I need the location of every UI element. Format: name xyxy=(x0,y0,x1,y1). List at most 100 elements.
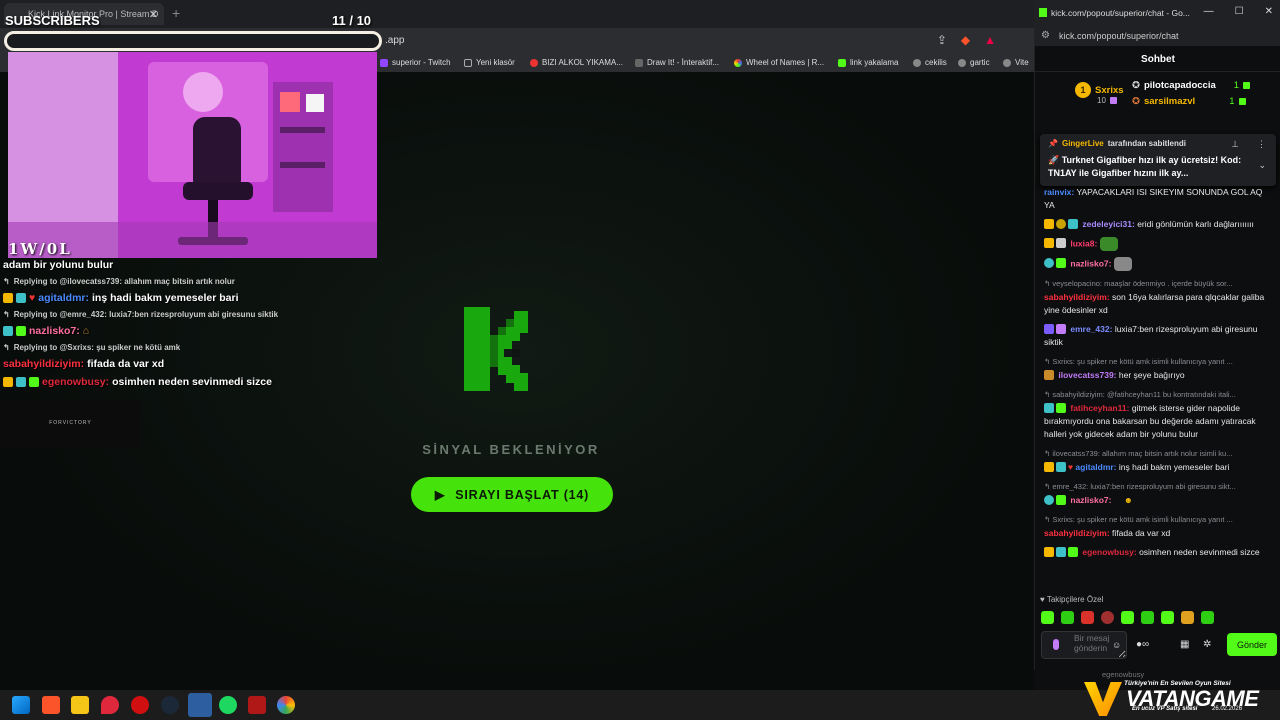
chat-message[interactable]: emre_432: luxia7:ben rizesproluyum abi g… xyxy=(1044,323,1274,349)
bookmark-item[interactable]: Wheel of Names | R... xyxy=(734,58,824,67)
chrome-icon[interactable] xyxy=(277,696,295,714)
close-tab-icon[interactable]: ✕ xyxy=(149,8,158,21)
unpin-icon[interactable]: ⊥ xyxy=(1231,139,1239,150)
chat-text: her şeye bağırıyo xyxy=(1118,370,1185,380)
url-input[interactable] xyxy=(4,31,382,51)
emote-icon[interactable] xyxy=(1121,611,1134,624)
microphone-icon[interactable] xyxy=(1053,639,1059,650)
start-queue-label: SIRAYI BAŞLAT (14) xyxy=(455,487,590,502)
emote-icon[interactable] xyxy=(1041,611,1054,624)
emoji-picker-icon[interactable]: ☺ xyxy=(1112,640,1121,650)
chat-messages: rainvix: YAPACAKLARI ISI SIKEYIM SONUNDA… xyxy=(1044,186,1274,586)
emote-icon[interactable] xyxy=(1081,611,1094,624)
pinned-message[interactable]: 📌 GingerLive tarafından sabitlendi 🚀 Tur… xyxy=(1040,134,1276,186)
minimize-icon[interactable]: — xyxy=(1204,6,1214,17)
pepe-emote-icon xyxy=(1099,237,1118,251)
reply-preview: ↰ Sxrixs: şu spiker ne kötü amk isimli k… xyxy=(1044,515,1233,524)
chat-username[interactable]: zedeleyici31: xyxy=(1082,219,1134,229)
leaderboard-second[interactable]: ✪ pilotcapadoccia 1 xyxy=(1132,80,1251,91)
chat-message[interactable]: ↰ Sxrixs: şu spiker ne kötü amk isimli k… xyxy=(1044,355,1274,382)
chat-username[interactable]: emre_432: xyxy=(1070,324,1112,334)
bookmark-item[interactable]: superior - Twitch xyxy=(380,58,451,67)
chat-username[interactable]: rainvix: xyxy=(1044,187,1074,197)
brave-shield-icon[interactable]: ◆ xyxy=(961,33,970,47)
chat-username[interactable]: agitaldmr: xyxy=(1075,462,1116,472)
file-explorer-icon[interactable] xyxy=(71,696,89,714)
chat-message[interactable]: ↰ Sxrixs: şu spiker ne kötü amk isimli k… xyxy=(1044,513,1274,540)
emote-icon[interactable] xyxy=(1061,611,1074,624)
chat-message[interactable]: nazlisko7: xyxy=(1044,257,1274,271)
emote-icon[interactable] xyxy=(1161,611,1174,624)
leaderboard-third[interactable]: ✪ sarsilmazvl 1 xyxy=(1132,96,1246,107)
chat-username[interactable]: nazlisko7: xyxy=(1070,495,1111,505)
users-icon[interactable]: ●∞ xyxy=(1136,639,1149,650)
reply-icon: ↰ xyxy=(3,277,10,286)
chat-username[interactable]: sabahyildiziyim: xyxy=(1044,292,1110,302)
folder-icon xyxy=(464,58,472,67)
gear-icon[interactable]: ✲ xyxy=(1203,639,1211,650)
wheel-icon xyxy=(734,58,742,67)
chat-message[interactable]: ↰ sabahyildiziyim: @fatihceyhan11 bu kon… xyxy=(1044,388,1274,441)
bookmark-item[interactable]: BIZI ALKOL YIKAMA... xyxy=(530,58,623,67)
emote-icon[interactable] xyxy=(1101,611,1114,624)
overlay-username: egenowbusy: xyxy=(42,376,110,388)
chat-username[interactable]: egenowbusy: xyxy=(1082,547,1136,557)
maps-icon[interactable] xyxy=(101,696,119,714)
chat-message[interactable]: luxia8: xyxy=(1044,237,1274,251)
gift-badge-icon xyxy=(16,326,26,336)
chat-message[interactable]: rainvix: YAPACAKLARI ISI SIKEYIM SONUNDA… xyxy=(1044,186,1274,212)
bookmark-item[interactable]: Vite xyxy=(1003,58,1029,67)
chevron-down-icon[interactable]: ⌄ xyxy=(1258,160,1266,171)
share-icon[interactable]: ⇪ xyxy=(937,33,947,47)
signal-status-text: SİNYAL BEKLENİYOR xyxy=(422,442,600,457)
url-suffix: .app xyxy=(385,35,405,46)
emote-icon[interactable] xyxy=(1201,611,1214,624)
store-icon[interactable]: ▦ xyxy=(1180,639,1189,650)
emote-icon[interactable] xyxy=(1181,611,1194,624)
chat-username[interactable]: luxia8: xyxy=(1070,238,1097,248)
app-icon[interactable] xyxy=(131,696,149,714)
bookmark-item[interactable]: cekilis xyxy=(913,58,947,67)
voicemeeter-icon[interactable] xyxy=(248,696,266,714)
chat-window-url[interactable]: ⚙ kick.com/popout/superior/chat xyxy=(1035,26,1280,46)
kick-icon xyxy=(838,58,846,67)
bookmark-item[interactable]: Draw It! - İnteraktif... xyxy=(635,58,719,67)
chat-message[interactable]: ↰ emre_432: luxia7:ben rizesproluyum abi… xyxy=(1044,480,1274,507)
send-button[interactable]: Gönder xyxy=(1227,633,1277,656)
chat-message[interactable]: ↰ veyselopacino: maaşlar ödenmiyo . içer… xyxy=(1044,277,1274,317)
globe-icon xyxy=(913,58,921,67)
chat-message[interactable]: egenowbusy: osimhen neden sevinmedi sizc… xyxy=(1044,546,1274,559)
overlay-chat-line: ♥ agitaldmr: inş hadi bakm yemeseler bar… xyxy=(3,292,373,304)
chat-text: inş hadi bakm yemeseler bari xyxy=(1118,462,1230,472)
windows-start-icon[interactable] xyxy=(12,696,30,714)
bookmark-item[interactable]: link yakalama xyxy=(838,58,898,67)
chat-username[interactable]: sabahyildiziyim: xyxy=(1044,528,1110,538)
more-options-icon[interactable]: ⋮ xyxy=(1257,139,1266,150)
crown-badge-icon xyxy=(1044,462,1054,472)
brave-browser-icon[interactable] xyxy=(42,696,60,714)
medal-silver-icon: ✪ xyxy=(1132,80,1140,91)
emote-icon[interactable] xyxy=(1141,611,1154,624)
chat-message[interactable]: zedeleyici31: eridi gönlümün karlı dağla… xyxy=(1044,218,1274,231)
chat-username[interactable]: fatihceyhan11: xyxy=(1070,403,1129,413)
site-settings-icon[interactable]: ⚙ xyxy=(1041,30,1050,41)
new-tab-button[interactable]: + xyxy=(172,5,180,21)
chat-username[interactable]: nazlisko7: xyxy=(1070,258,1111,268)
emote-quick-bar xyxy=(1041,611,1214,624)
steam-icon[interactable] xyxy=(161,696,179,714)
brave-rewards-icon[interactable]: ▲ xyxy=(984,33,996,47)
chat-username[interactable]: ilovecatss739: xyxy=(1058,370,1116,380)
active-app-icon[interactable] xyxy=(188,693,212,717)
bookmark-item[interactable]: Yeni klasör xyxy=(464,58,515,67)
overlay-chat: adam bir yolunu bulur ↰ Replying to @ilov… xyxy=(3,259,373,394)
pin-icon: 📌 xyxy=(1048,139,1058,148)
bookmark-item[interactable]: gartic xyxy=(958,58,990,67)
start-queue-button[interactable]: ▶ SIRAYI BAŞLAT (14) xyxy=(411,477,613,512)
vatangame-logo-icon xyxy=(1084,682,1122,716)
maximize-icon[interactable]: ☐ xyxy=(1235,6,1244,17)
close-icon[interactable]: ✕ xyxy=(1265,6,1273,17)
spotify-icon[interactable] xyxy=(219,696,237,714)
sub-badge-icon xyxy=(16,377,26,387)
chat-message[interactable]: ↰ ilovecatss739: allahım maç bitsin artı… xyxy=(1044,447,1274,474)
gift-badge-icon xyxy=(29,377,39,387)
